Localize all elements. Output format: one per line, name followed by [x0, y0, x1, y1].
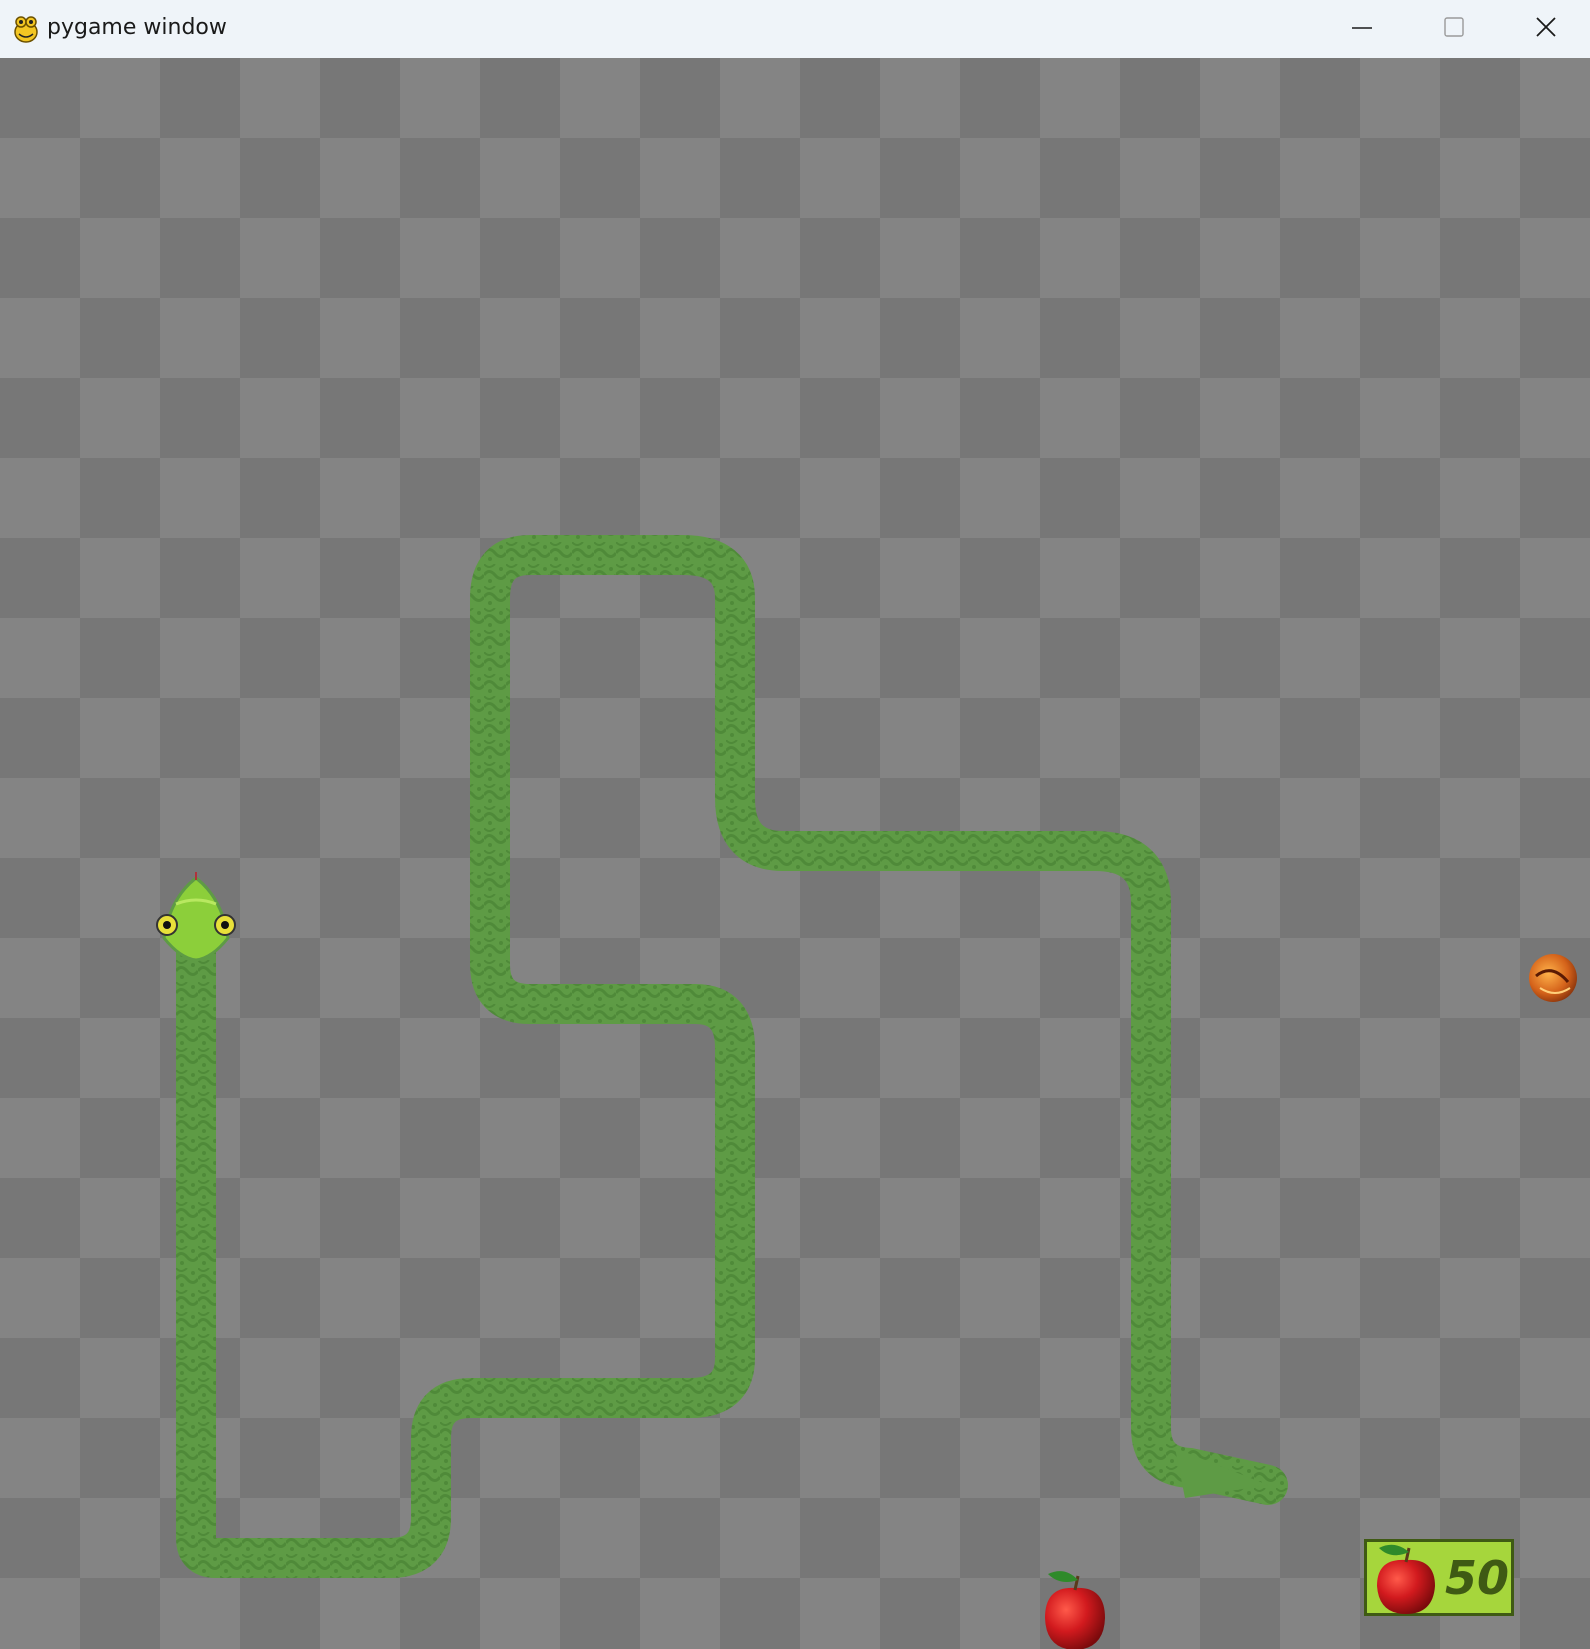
minimize-icon [1352, 27, 1372, 29]
score-panel: 50 [1364, 1539, 1514, 1616]
apple-icon [1377, 1544, 1435, 1614]
minimize-button[interactable] [1316, 0, 1408, 58]
maximize-button[interactable] [1408, 0, 1500, 58]
title-bar[interactable]: pygame window [0, 0, 1590, 59]
orange-fruit-icon [1529, 954, 1577, 1002]
score-value: 50 [1445, 1551, 1510, 1605]
maximize-icon [1444, 17, 1464, 37]
game-canvas[interactable]: 50 [0, 58, 1590, 1649]
window-title: pygame window [47, 15, 227, 40]
close-button[interactable] [1500, 0, 1590, 58]
pygame-snake-icon [10, 12, 42, 44]
close-icon [1536, 17, 1556, 37]
